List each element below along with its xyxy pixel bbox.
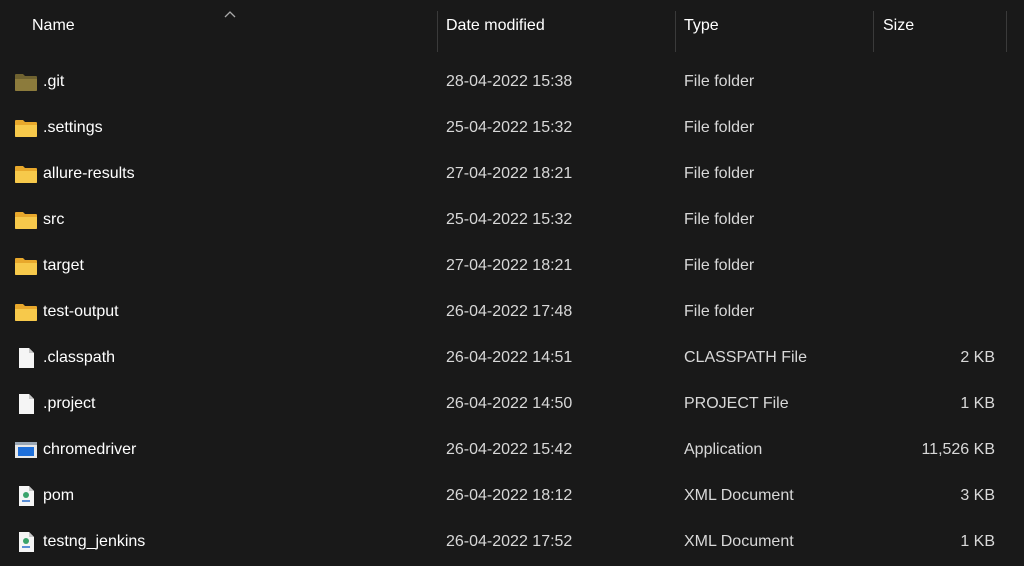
file-date-modified: 26-04-2022 14:50 xyxy=(446,395,573,412)
file-type: File folder xyxy=(684,211,755,228)
column-divider[interactable] xyxy=(873,11,874,52)
file-type: File folder xyxy=(684,257,755,274)
file-name: pom xyxy=(43,487,75,504)
folder-icon xyxy=(14,163,38,185)
column-header-name[interactable]: Name xyxy=(32,0,436,52)
file-name: chromedriver xyxy=(43,441,137,458)
column-header-date-label: Date modified xyxy=(446,17,545,34)
file-type: XML Document xyxy=(684,533,794,550)
file-size: 1 KB xyxy=(960,533,995,550)
file-icon xyxy=(14,347,38,369)
column-divider[interactable] xyxy=(437,11,438,52)
file-name: .project xyxy=(43,395,96,412)
file-date-modified: 26-04-2022 17:48 xyxy=(446,303,573,320)
column-header-type[interactable]: Type xyxy=(684,0,872,52)
file-row[interactable]: .git 28-04-2022 15:38 File folder xyxy=(0,60,1024,106)
column-header-size[interactable]: Size xyxy=(883,0,1005,52)
folder-icon xyxy=(14,301,38,323)
file-name: allure-results xyxy=(43,165,135,182)
file-date-modified: 27-04-2022 18:21 xyxy=(446,165,573,182)
file-name: testng_jenkins xyxy=(43,533,146,550)
file-name: src xyxy=(43,211,65,228)
file-size: 3 KB xyxy=(960,487,995,504)
application-icon xyxy=(14,439,38,461)
file-row[interactable]: pom 26-04-2022 18:12 XML Document 3 KB xyxy=(0,474,1024,520)
column-header-size-label: Size xyxy=(883,17,915,34)
file-size: 1 KB xyxy=(960,395,995,412)
file-rows: .git 28-04-2022 15:38 File folder .settings… xyxy=(0,60,1024,566)
file-name: .git xyxy=(43,73,65,90)
file-date-modified: 26-04-2022 14:51 xyxy=(446,349,573,366)
file-list-view: Name Date modified Type Size .git 28-04-2… xyxy=(0,0,1024,566)
file-type: PROJECT File xyxy=(684,395,789,412)
file-row[interactable]: allure-results 27-04-2022 18:21 File folde… xyxy=(0,152,1024,198)
file-date-modified: 25-04-2022 15:32 xyxy=(446,211,573,228)
file-name: .classpath xyxy=(43,349,116,366)
file-type: Application xyxy=(684,441,763,458)
file-name: test-output xyxy=(43,303,119,320)
file-row[interactable]: testng_jenkins 26-04-2022 17:52 XML Docume… xyxy=(0,520,1024,566)
file-type: File folder xyxy=(684,119,755,136)
file-name: .settings xyxy=(43,119,103,136)
file-type: File folder xyxy=(684,303,755,320)
file-name: target xyxy=(43,257,84,274)
file-size: 11,526 KB xyxy=(921,441,995,458)
file-type: XML Document xyxy=(684,487,794,504)
file-row[interactable]: .settings 25-04-2022 15:32 File folder xyxy=(0,106,1024,152)
file-icon xyxy=(14,393,38,415)
folder-icon xyxy=(14,209,38,231)
column-divider[interactable] xyxy=(675,11,676,52)
column-header-date-modified[interactable]: Date modified xyxy=(446,0,674,52)
column-header-type-label: Type xyxy=(684,17,719,34)
file-type: File folder xyxy=(684,165,755,182)
file-row[interactable]: test-output 26-04-2022 17:48 File folder xyxy=(0,290,1024,336)
column-header-bar: Name Date modified Type Size xyxy=(0,0,1024,52)
xml-document-icon xyxy=(14,531,38,553)
file-row[interactable]: .classpath 26-04-2022 14:51 CLASSPATH File… xyxy=(0,336,1024,382)
folder-icon xyxy=(14,117,38,139)
file-row[interactable]: src 25-04-2022 15:32 File folder xyxy=(0,198,1024,244)
file-date-modified: 28-04-2022 15:38 xyxy=(446,73,573,90)
file-type: File folder xyxy=(684,73,755,90)
folder-icon xyxy=(14,255,38,277)
column-header-name-label: Name xyxy=(32,17,75,34)
file-date-modified: 26-04-2022 18:12 xyxy=(446,487,573,504)
file-date-modified: 26-04-2022 15:42 xyxy=(446,441,573,458)
xml-document-icon xyxy=(14,485,38,507)
file-date-modified: 27-04-2022 18:21 xyxy=(446,257,573,274)
file-row[interactable]: target 27-04-2022 18:21 File folder xyxy=(0,244,1024,290)
file-size: 2 KB xyxy=(960,349,995,366)
file-row[interactable]: chromedriver 26-04-2022 15:42 Application 1… xyxy=(0,428,1024,474)
git-folder-icon xyxy=(14,71,38,93)
file-row[interactable]: .project 26-04-2022 14:50 PROJECT File 1 KB xyxy=(0,382,1024,428)
column-divider[interactable] xyxy=(1006,11,1007,52)
file-date-modified: 25-04-2022 15:32 xyxy=(446,119,573,136)
file-type: CLASSPATH File xyxy=(684,349,807,366)
file-date-modified: 26-04-2022 17:52 xyxy=(446,533,573,550)
